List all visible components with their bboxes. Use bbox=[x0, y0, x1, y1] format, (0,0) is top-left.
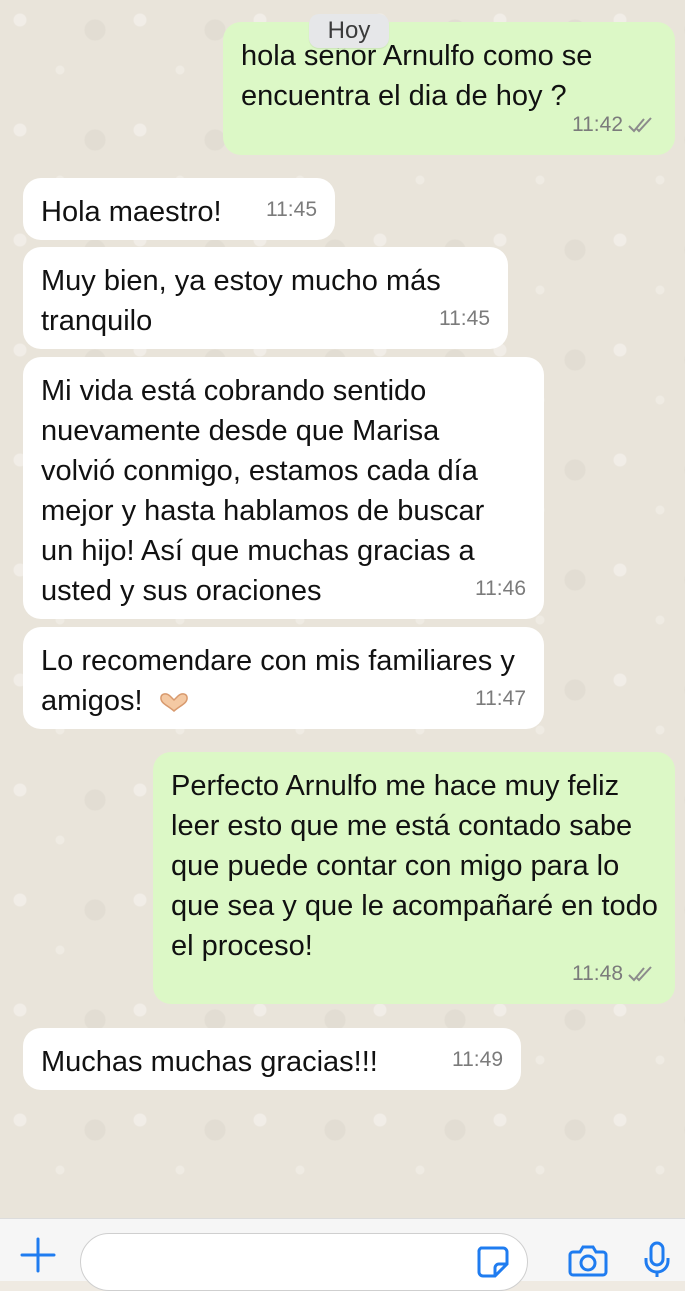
message-time: 11:47 bbox=[475, 687, 526, 710]
message-text: Muchas muchas gracias!!! bbox=[41, 1046, 378, 1078]
message-text: Lo recomendare con mis familiares y amig… bbox=[41, 641, 531, 721]
message-text: Muy bien, ya estoy mucho más tranquilo bbox=[41, 265, 441, 337]
read-ticks-icon bbox=[628, 966, 652, 982]
message-bubble-incoming[interactable]: Hola maestro! 11:45 bbox=[23, 178, 335, 240]
message-bubble-outgoing[interactable]: Perfecto Arnulfo me hace muy feliz leer … bbox=[153, 752, 675, 1004]
message-text: Perfecto Arnulfo me hace muy feliz leer … bbox=[171, 770, 658, 962]
heart-hands-icon bbox=[159, 693, 188, 713]
camera-icon[interactable] bbox=[567, 1242, 609, 1278]
read-ticks-icon bbox=[628, 117, 652, 133]
message-text-content: Lo recomendare con mis familiares y amig… bbox=[41, 645, 515, 717]
message-text: Mi vida está cobrando sentido nuevamente… bbox=[41, 375, 485, 607]
mic-icon[interactable] bbox=[640, 1240, 674, 1280]
message-time: 11:48 bbox=[572, 954, 657, 994]
message-time: 11:45 bbox=[439, 307, 490, 330]
message-bubble-incoming[interactable]: Mi vida está cobrando sentido nuevamente… bbox=[23, 357, 544, 619]
message-bubble-incoming[interactable]: Lo recomendare con mis familiares y amig… bbox=[23, 627, 544, 729]
chat-area[interactable]: hola señor Arnulfo como se encuentra el … bbox=[0, 0, 685, 1218]
sticker-icon[interactable] bbox=[475, 1244, 509, 1278]
date-separator: Hoy bbox=[309, 14, 389, 48]
plus-icon[interactable] bbox=[18, 1235, 58, 1275]
message-input[interactable] bbox=[80, 1233, 528, 1291]
message-bubble-incoming[interactable]: Muy bien, ya estoy mucho más tranquilo 1… bbox=[23, 247, 508, 349]
message-time: 11:45 bbox=[266, 198, 317, 221]
message-bubble-outgoing[interactable]: hola señor Arnulfo como se encuentra el … bbox=[223, 22, 675, 155]
message-time: 11:42 bbox=[572, 105, 657, 145]
message-time: 11:46 bbox=[475, 577, 526, 600]
message-time: 11:49 bbox=[452, 1048, 503, 1071]
message-bubble-incoming[interactable]: Muchas muchas gracias!!! 11:49 bbox=[23, 1028, 521, 1090]
message-text: hola señor Arnulfo como se encuentra el … bbox=[241, 40, 593, 112]
